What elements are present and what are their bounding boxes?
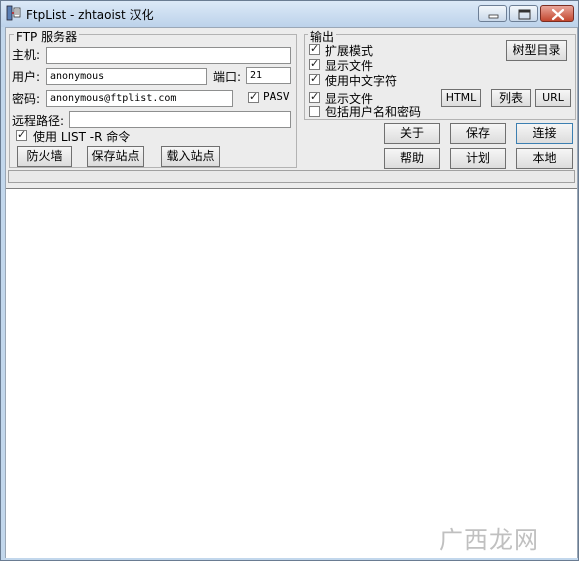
use-list-r-checkbox[interactable] [16, 128, 27, 142]
close-icon [551, 8, 565, 21]
watermark-text: 广西龙网 [439, 526, 539, 554]
connect-button[interactable]: 连接 [516, 123, 573, 144]
load-site-button[interactable]: 载入站点 [161, 146, 220, 167]
show-files-2-checkbox[interactable] [309, 90, 320, 104]
chinese-chars-label: 使用中文字符 [325, 74, 398, 88]
local-button[interactable]: 本地 [516, 148, 573, 169]
password-label: 密码: [12, 92, 41, 106]
chinese-chars-checkbox[interactable] [309, 72, 320, 86]
maximize-icon [518, 9, 531, 20]
show-files-checkbox[interactable] [309, 57, 320, 71]
include-credentials-checkbox[interactable] [309, 106, 320, 117]
include-credentials-label: 包括用户名和密码 [325, 105, 422, 119]
user-label: 用户: [12, 70, 41, 84]
client-area: FTP 服务器 主机: 用户: anonymous 端口: 21 密码: ano… [5, 27, 578, 558]
maximize-button[interactable] [509, 5, 538, 22]
port-label: 端口: [213, 70, 242, 84]
remote-path-field[interactable] [69, 111, 291, 128]
save-button[interactable]: 保存 [450, 123, 506, 144]
close-button[interactable] [540, 5, 574, 22]
port-field[interactable]: 21 [246, 67, 291, 84]
host-label: 主机: [12, 48, 41, 62]
pasv-label: PASV [263, 90, 290, 103]
status-bar [8, 170, 575, 183]
user-field[interactable]: anonymous [46, 68, 207, 85]
help-button[interactable]: 帮助 [384, 148, 440, 169]
use-list-r-label: 使用 LIST -R 命令 [33, 130, 131, 144]
window-title: FtpList - zhtaoist 汉化 [26, 8, 154, 22]
app-icon [6, 5, 22, 21]
minimize-button[interactable] [478, 5, 507, 22]
url-button[interactable]: URL [535, 89, 571, 107]
password-field[interactable]: anonymous@ftplist.com [46, 90, 233, 107]
schedule-button[interactable]: 计划 [450, 148, 506, 169]
list-button[interactable]: 列表 [491, 89, 531, 107]
title-bar[interactable]: FtpList - zhtaoist 汉化 [1, 1, 578, 27]
extended-mode-checkbox[interactable] [309, 42, 320, 56]
output-text-area[interactable]: 广西龙网 [6, 188, 577, 558]
minimize-icon [488, 14, 499, 19]
tree-view-button[interactable]: 树型目录 [506, 40, 567, 61]
remote-path-label: 远程路径: [12, 114, 65, 128]
watermark: 广西龙网 [439, 520, 571, 554]
about-button[interactable]: 关于 [384, 123, 440, 144]
pasv-checkbox[interactable] [248, 90, 259, 104]
app-window: FtpList - zhtaoist 汉化 FTP 服务器 主机: 用户: an… [0, 0, 579, 561]
ftp-server-legend: FTP 服务器 [14, 28, 80, 45]
firewall-button[interactable]: 防火墙 [17, 146, 72, 167]
html-button[interactable]: HTML [441, 89, 481, 107]
save-site-button[interactable]: 保存站点 [87, 146, 144, 167]
host-field[interactable] [46, 47, 291, 64]
